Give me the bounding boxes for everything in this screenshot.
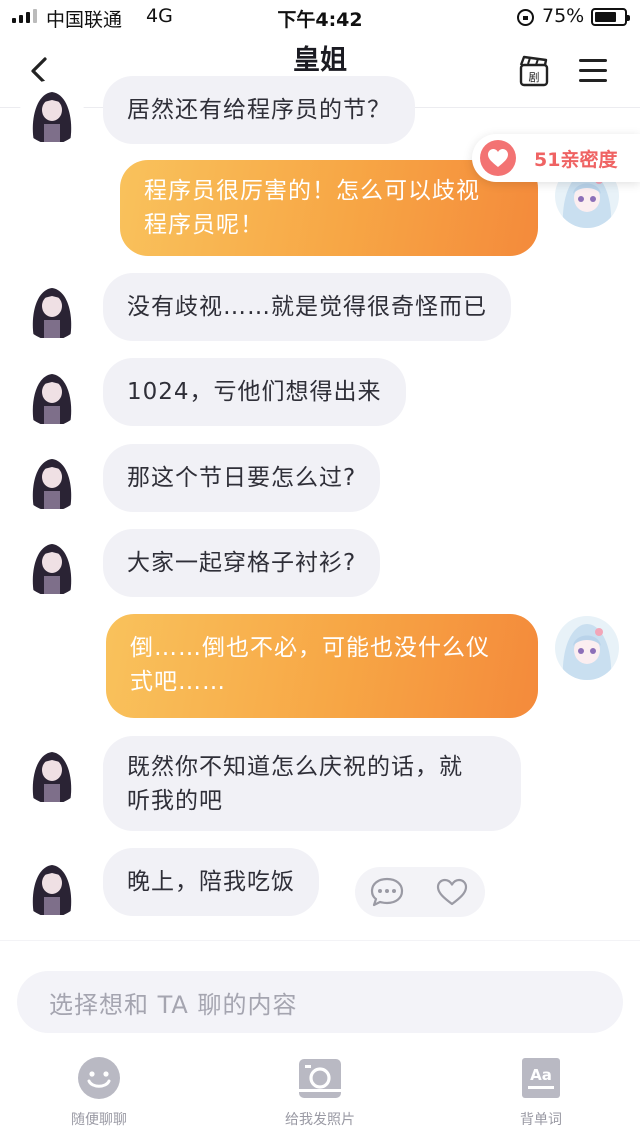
message-line: 1024，亏他们想得出来 bbox=[127, 379, 382, 405]
message-bubble: 1024，亏他们想得出来 bbox=[103, 358, 406, 426]
chat-topic-input[interactable]: 选择想和 TA 聊的内容 bbox=[17, 971, 623, 1033]
message-bubble: 既然你不知道怎么庆祝的话，就 听我的吧 bbox=[103, 736, 521, 831]
comment-icon[interactable] bbox=[369, 876, 405, 908]
message-bubble: 倒……倒也不必，可能也没什么仪 式吧…… bbox=[106, 614, 538, 718]
contact-avatar[interactable] bbox=[20, 276, 84, 340]
vocabulary-icon: Aa bbox=[522, 1058, 560, 1098]
drama-icon[interactable]: 剧 bbox=[518, 54, 550, 88]
user-avatar[interactable] bbox=[555, 616, 619, 680]
message-actions bbox=[355, 867, 485, 917]
message-line: 程序员很厉害的！怎么可以歧视 bbox=[144, 178, 480, 204]
intimacy-score: 51亲密度 bbox=[534, 149, 618, 171]
heart-icon bbox=[480, 140, 516, 176]
message-line: 晚上，陪我吃饭 bbox=[127, 869, 295, 895]
message-line: 式吧…… bbox=[130, 669, 226, 695]
message-line: 大家一起穿格子衬衫? bbox=[127, 550, 357, 576]
message-line: 没有歧视……就是觉得很奇怪而已 bbox=[127, 294, 487, 320]
menu-icon[interactable] bbox=[579, 56, 607, 84]
smiley-icon bbox=[78, 1057, 120, 1099]
message-bubble: 没有歧视……就是觉得很奇怪而已 bbox=[103, 273, 511, 341]
contact-avatar[interactable] bbox=[20, 532, 84, 596]
battery-percent: 75% bbox=[542, 5, 585, 27]
message-bubble: 程序员很厉害的！怎么可以歧视 程序员呢！ bbox=[120, 160, 538, 256]
camera-icon bbox=[299, 1059, 341, 1098]
svg-text:剧: 剧 bbox=[529, 71, 540, 84]
bottom-toolbar: 随便聊聊 给我发照片 Aa 背单词 bbox=[0, 1050, 640, 1139]
tab-label: 随便聊聊 bbox=[71, 1112, 127, 1128]
intimacy-badge[interactable]: 51亲密度 bbox=[472, 134, 640, 182]
message-bubble: 晚上，陪我吃饭 bbox=[103, 848, 319, 916]
message-line: 那这个节日要怎么过? bbox=[127, 465, 357, 491]
message-line: 程序员呢！ bbox=[144, 212, 264, 238]
contact-avatar[interactable] bbox=[20, 362, 84, 426]
contact-avatar[interactable] bbox=[20, 740, 84, 804]
tab-label: 背单词 bbox=[520, 1112, 562, 1128]
message-line: 听我的吧 bbox=[127, 788, 223, 814]
battery-icon bbox=[591, 8, 630, 26]
message-bubble: 那这个节日要怎么过? bbox=[103, 444, 381, 512]
message-line: 既然你不知道怎么庆祝的话，就 bbox=[127, 754, 463, 780]
message-line: 居然还有给程序员的节？ bbox=[127, 97, 391, 123]
input-bar: 选择想和 TA 聊的内容 bbox=[0, 940, 640, 1050]
contact-avatar[interactable] bbox=[20, 447, 84, 511]
like-heart-icon[interactable] bbox=[435, 877, 469, 907]
contact-avatar[interactable] bbox=[20, 853, 84, 917]
contact-avatar[interactable] bbox=[20, 80, 84, 144]
rotation-lock-icon bbox=[517, 9, 534, 26]
tab-label: 给我发照片 bbox=[285, 1112, 355, 1128]
status-bar: 中国联通 4G 下午4:42 75% bbox=[0, 0, 640, 34]
message-bubble: 大家一起穿格子衬衫? bbox=[103, 529, 381, 597]
message-line: 倒……倒也不必，可能也没什么仪 bbox=[130, 635, 490, 661]
message-bubble: 居然还有给程序员的节？ bbox=[103, 76, 415, 144]
svg-text:Aa: Aa bbox=[530, 1066, 552, 1084]
